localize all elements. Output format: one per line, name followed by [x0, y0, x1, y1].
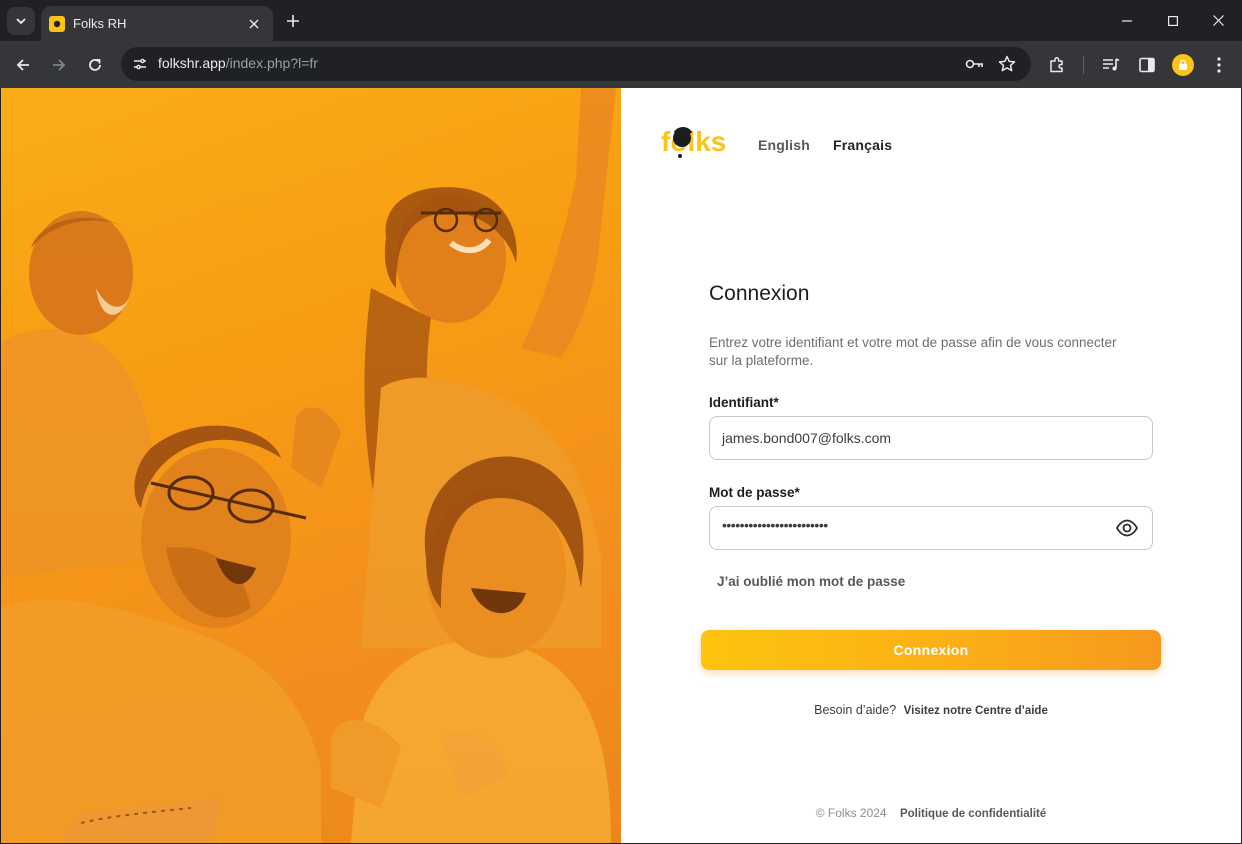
show-password-eye-icon[interactable]	[1116, 519, 1138, 537]
login-title: Connexion	[709, 282, 810, 305]
url-text: folkshr.app/index.php?l=fr	[158, 55, 318, 71]
password-label: Mot de passe*	[709, 485, 800, 500]
footer: © Folks 2024 Politique de confidentialit…	[621, 806, 1241, 820]
side-panel-button[interactable]	[1132, 50, 1162, 80]
minimize-icon	[1122, 19, 1132, 22]
page-viewport: folks English Français Connexion Entrez …	[1, 88, 1241, 843]
lock-icon	[1179, 59, 1187, 70]
url-host: folkshr.app	[158, 55, 226, 71]
identifier-label: Identifiant*	[709, 395, 779, 410]
login-submit-button[interactable]: Connexion	[701, 630, 1161, 670]
tune-icon	[134, 58, 146, 70]
browser-tab-bar: Folks RH	[0, 0, 1242, 41]
browser-tab[interactable]: Folks RH	[41, 6, 273, 41]
close-tab-icon[interactable]	[245, 15, 263, 33]
password-input[interactable]: ••••••••••••••••••••••••	[709, 506, 1153, 550]
identifier-value: james.bond007@folks.com	[722, 430, 892, 446]
close-window-button[interactable]	[1195, 0, 1241, 41]
login-panel: folks English Français Connexion Entrez …	[621, 88, 1241, 843]
folks-logo[interactable]: folks	[661, 124, 733, 164]
site-info-button[interactable]	[127, 51, 153, 77]
back-button[interactable]	[8, 50, 38, 80]
forgot-password-link[interactable]: J’ai oublié mon mot de passe	[717, 574, 905, 589]
privacy-policy-link[interactable]: Politique de confidentialité	[900, 808, 1046, 820]
help-center-link[interactable]: Visitez notre Centre d’aide	[904, 705, 1048, 717]
puzzle-icon	[1050, 56, 1063, 73]
reload-button[interactable]	[80, 50, 110, 80]
folks-logo-icon: folks	[661, 126, 726, 158]
plus-icon	[287, 15, 299, 27]
queue-music-icon	[1103, 58, 1120, 71]
help-line: Besoin d’aide? Visitez notre Centre d’ai…	[621, 703, 1241, 717]
tab-search-button[interactable]	[7, 7, 35, 35]
identifier-input[interactable]: james.bond007@folks.com	[709, 416, 1153, 460]
extensions-button[interactable]	[1042, 50, 1072, 80]
help-question: Besoin d’aide?	[814, 703, 897, 717]
bookmark-star-icon[interactable]	[994, 51, 1020, 77]
footer-copyright: © Folks 2024	[815, 806, 887, 820]
side-panel-icon	[1139, 57, 1155, 73]
forward-button[interactable]	[44, 50, 74, 80]
chevron-down-icon	[16, 18, 26, 25]
login-description: Entrez votre identifiant et votre mot de…	[709, 335, 1117, 368]
new-tab-button[interactable]	[281, 9, 305, 33]
svg-text:folks: folks	[661, 126, 726, 157]
reload-icon	[89, 59, 101, 71]
browser-toolbar: folkshr.app/index.php?l=fr	[0, 41, 1242, 88]
hero-image	[1, 88, 621, 843]
password-masked-value: ••••••••••••••••••••••••	[722, 517, 828, 533]
hero-people-illustration	[1, 88, 621, 843]
maximize-button[interactable]	[1150, 0, 1196, 41]
more-vertical-icon	[1217, 57, 1221, 73]
close-icon	[1212, 15, 1224, 26]
maximize-icon	[1168, 15, 1178, 26]
language-french-link[interactable]: Français	[833, 137, 892, 153]
address-bar[interactable]: folkshr.app/index.php?l=fr	[121, 47, 1031, 81]
arrow-left-icon	[16, 59, 29, 71]
arrow-right-icon	[53, 59, 66, 71]
media-control-button[interactable]	[1096, 50, 1126, 80]
tab-title: Folks RH	[73, 16, 127, 31]
language-english-link[interactable]: English	[758, 137, 810, 153]
password-key-icon[interactable]	[962, 51, 988, 77]
profile-avatar[interactable]	[1172, 54, 1194, 76]
minimize-button[interactable]	[1104, 0, 1150, 41]
browser-menu-button[interactable]	[1204, 50, 1234, 80]
toolbar-divider	[1083, 56, 1084, 74]
url-path: /index.php?l=fr	[225, 55, 318, 71]
folks-favicon-icon	[49, 15, 65, 32]
